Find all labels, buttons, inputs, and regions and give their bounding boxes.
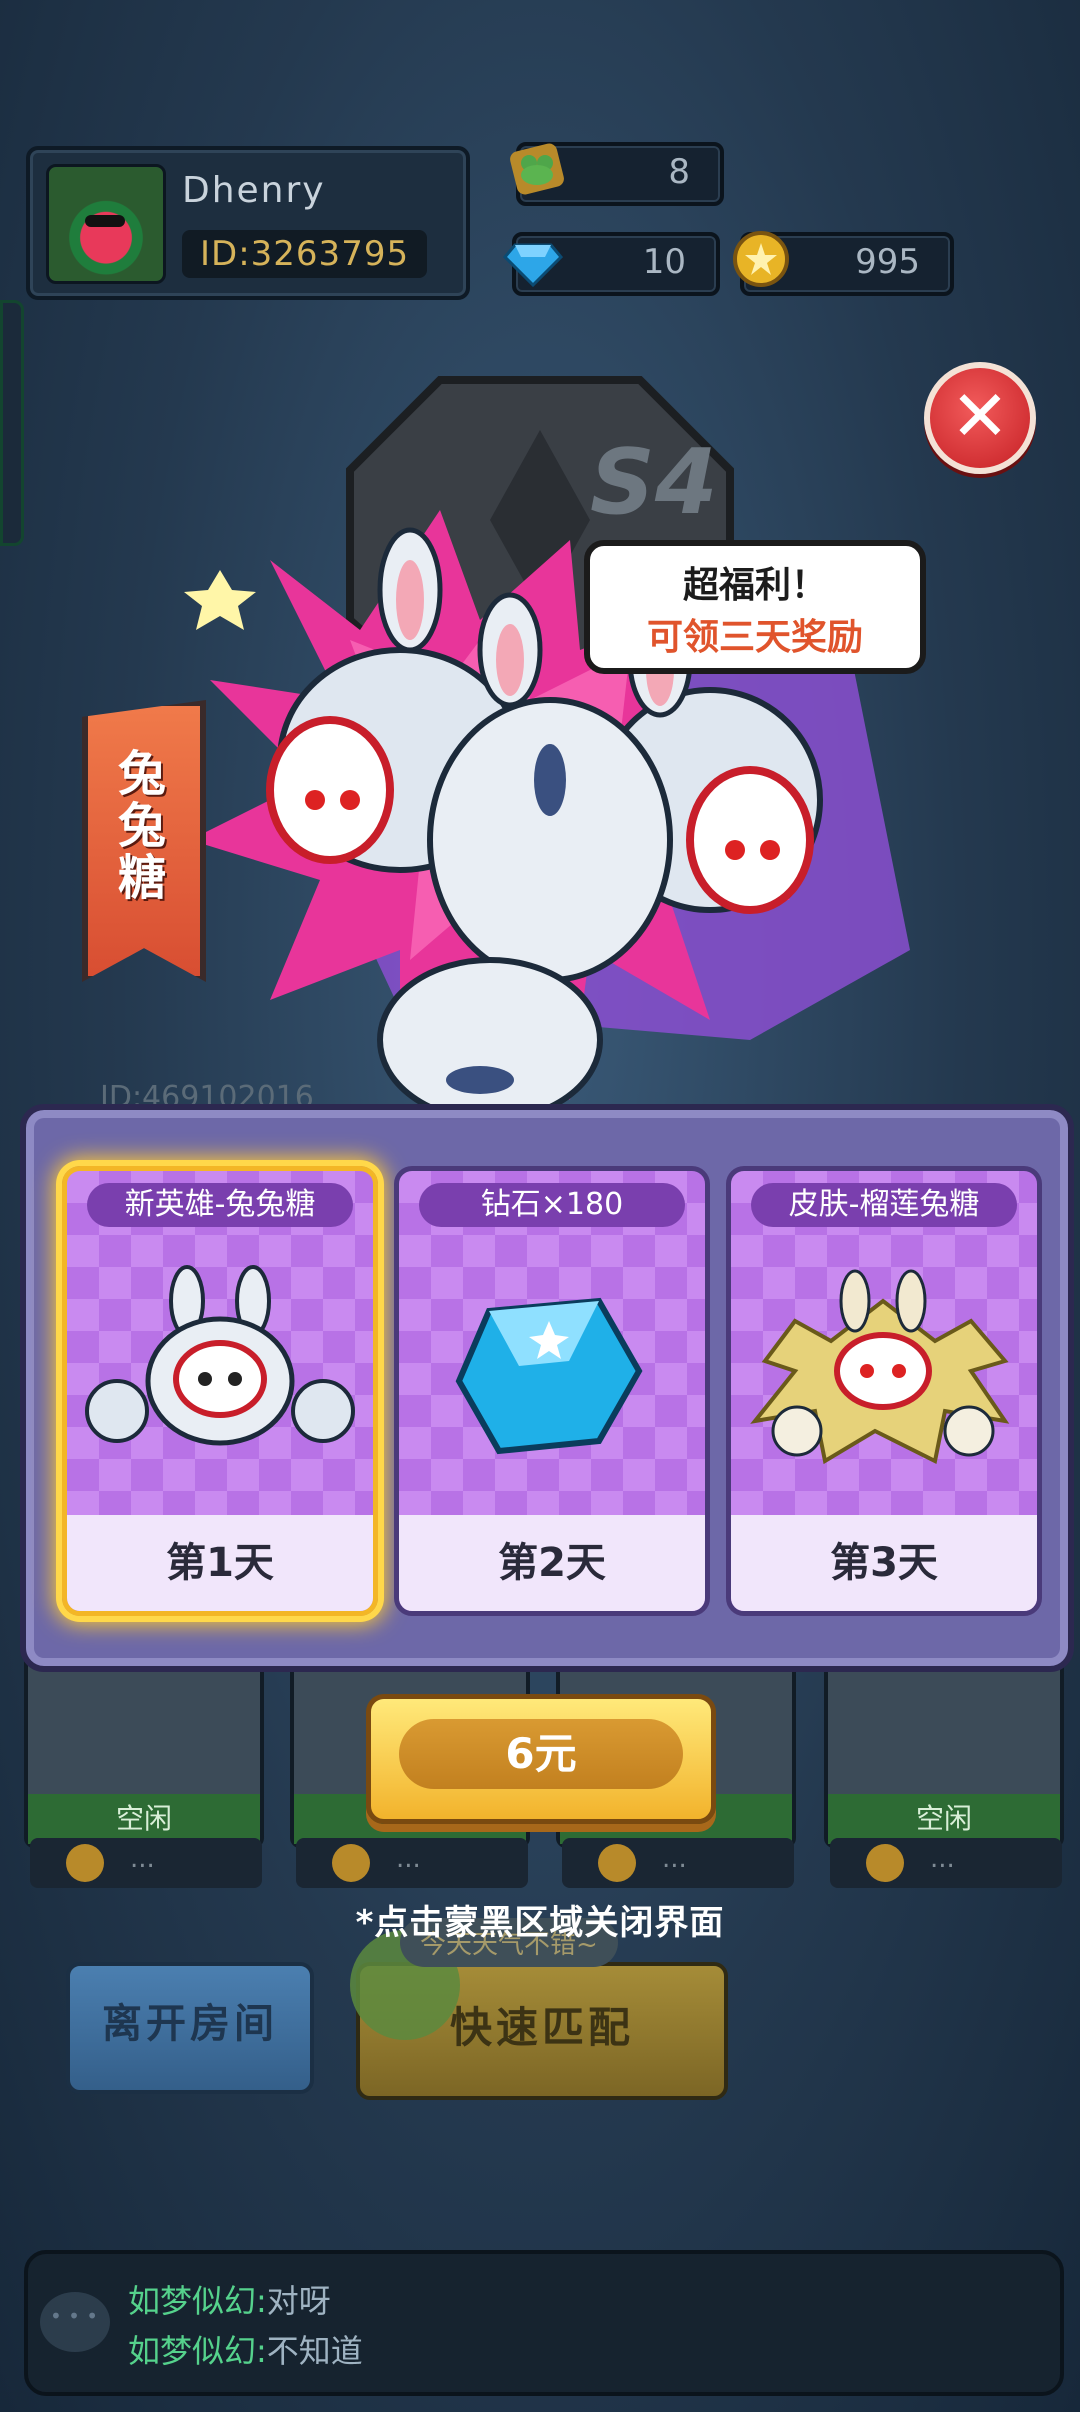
slot-footer: ... <box>830 1838 1062 1888</box>
reward-title: 皮肤-榴莲兔糖 <box>751 1183 1017 1227</box>
reward-day: 第1天 <box>67 1515 373 1611</box>
chat-message: 如梦似幻:对呀 <box>128 2282 331 2320</box>
side-drawer-tab[interactable] <box>0 300 24 546</box>
close-icon[interactable]: ✕ <box>924 362 1036 474</box>
slot-footer: ... <box>296 1838 528 1888</box>
reward-card-day1[interactable]: 新英雄-兔兔糖 第1天 <box>62 1166 378 1616</box>
reward-title: 新英雄-兔兔糖 <box>87 1183 353 1227</box>
price-label: 6元 <box>399 1719 683 1789</box>
slot-footer: ... <box>562 1838 794 1888</box>
chat-icon[interactable] <box>40 2292 110 2352</box>
diamond-pile-icon <box>455 1297 643 1455</box>
durian-skin-icon <box>750 1269 1010 1465</box>
diamond-count: 10 <box>642 242 686 282</box>
hero-name: 兔兔糖 <box>109 748 165 904</box>
avatar <box>46 164 166 284</box>
leave-room-button[interactable]: 离开房间 <box>66 1962 314 2094</box>
crown-icon <box>866 1844 904 1882</box>
reward-card-day2[interactable]: 钻石×180 第2天 <box>394 1166 710 1616</box>
speech-bubble: 超福利！ 可领三天奖励 <box>584 540 926 674</box>
rabbit-hero-icon <box>85 1265 355 1446</box>
reward-day: 第3天 <box>731 1515 1037 1611</box>
coin-counter[interactable]: 995 <box>733 231 954 296</box>
frog-ticket-icon <box>502 134 572 204</box>
coin-count: 995 <box>855 242 920 282</box>
crown-icon <box>332 1844 370 1882</box>
diamond-icon <box>498 224 568 294</box>
chat-message: 如梦似幻:不知道 <box>128 2332 363 2370</box>
frog-ticket-counter[interactable]: 8 <box>510 142 724 206</box>
chat-box[interactable]: 如梦似幻:对呀 如梦似幻:不知道 <box>24 2250 1064 2396</box>
player-name: Dhenry <box>182 170 326 211</box>
frog-ticket-count: 8 <box>668 152 690 192</box>
crown-icon <box>598 1844 636 1882</box>
slot-status: 空闲 <box>828 1794 1060 1844</box>
coin-icon <box>726 224 796 294</box>
slot-status: 空闲 <box>28 1794 260 1844</box>
diamond-counter[interactable]: 10 <box>502 232 720 296</box>
close-hint: *点击蒙黑区域关闭界面 <box>355 1903 725 1943</box>
slot-footer: ... <box>30 1838 262 1888</box>
player-profile[interactable]: Dhenry ID:3263795 <box>26 146 470 300</box>
player-id: ID:3263795 <box>182 230 428 278</box>
reward-day: 第2天 <box>399 1515 705 1611</box>
reward-panel: 新英雄-兔兔糖 第1天 钻石×180 第2天 皮肤-榴莲兔糖 第3天 <box>20 1104 1074 1672</box>
crown-icon <box>66 1844 104 1882</box>
purchase-button[interactable]: 6元 <box>366 1694 716 1824</box>
reward-card-day3[interactable]: 皮肤-榴莲兔糖 第3天 <box>726 1166 1042 1616</box>
reward-title: 钻石×180 <box>419 1183 685 1227</box>
